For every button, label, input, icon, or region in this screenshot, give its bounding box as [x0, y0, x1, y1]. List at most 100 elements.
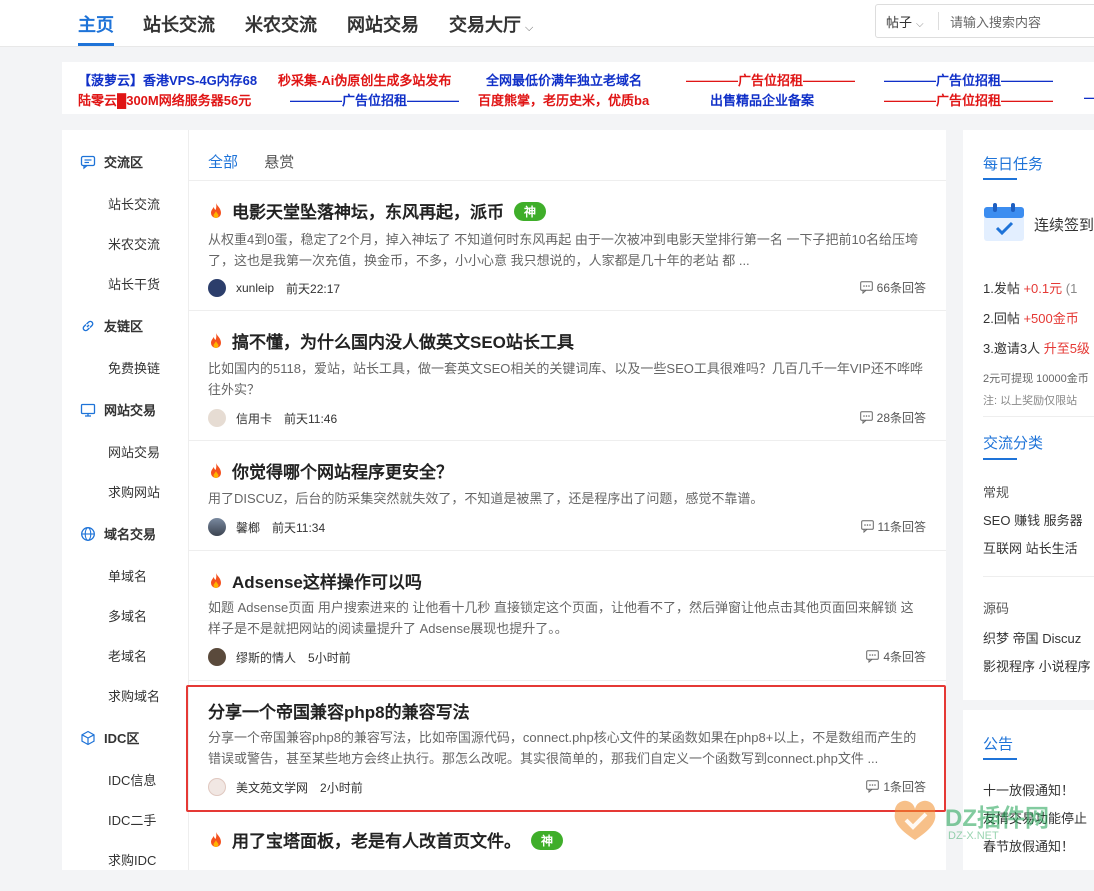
- task-post-extra: (1: [1065, 281, 1078, 296]
- thread-title-text: 搞不懂，为什么国内没人做英文SEO站长工具: [232, 333, 574, 352]
- daily-tasks-title: 每日任务: [983, 156, 1044, 173]
- category-tags-row[interactable]: SEO 赚钱 服务器: [983, 510, 1083, 529]
- chevron-down-icon: ⌵: [525, 22, 534, 34]
- title-underline: [983, 178, 1017, 180]
- task-post-reward: +0.1元: [1023, 281, 1063, 296]
- fire-icon: [211, 203, 221, 218]
- sidebar-item[interactable]: 求购网站: [108, 482, 160, 501]
- thread-replies[interactable]: 11条回答: [860, 518, 926, 535]
- thread-author[interactable]: 馨榔: [236, 519, 260, 536]
- nav-active-indicator: [78, 43, 114, 46]
- ad-link[interactable]: 百度熊掌，老历史米，优质ba: [478, 90, 649, 109]
- sidebar-item[interactable]: 单域名: [108, 566, 147, 585]
- thread-title[interactable]: 你觉得哪个网站程序更安全？: [208, 458, 453, 483]
- sidebar-section-exchange[interactable]: 交流区: [80, 152, 143, 171]
- thread-excerpt: 从权重4到0蛋，稳定了2个月，掉入神坛了 不知道何时东风再起 由于一次被冲到电影…: [208, 232, 918, 268]
- checkin-label[interactable]: 连续签到: [1034, 214, 1094, 235]
- nav-site-trade[interactable]: 网站交易: [347, 11, 419, 37]
- globe-icon: [81, 527, 95, 541]
- sidebar-item[interactable]: 站长交流: [108, 194, 160, 213]
- thread-title[interactable]: 搞不懂，为什么国内没人做英文SEO站长工具: [208, 328, 574, 353]
- sidebar-item[interactable]: 免费换链: [108, 358, 160, 377]
- avatar[interactable]: [208, 409, 226, 427]
- comment-icon: [859, 411, 873, 424]
- sidebar-item[interactable]: 老域名: [108, 646, 147, 665]
- category-tags-row[interactable]: 织梦 帝国 Discuz: [983, 628, 1081, 647]
- thread-item[interactable]: 电影天堂坠落神坛，东风再起，派币神 从权重4到0蛋，稳定了2个月，掉入神坛了 不…: [189, 181, 946, 311]
- sidebar-item[interactable]: 网站交易: [108, 442, 160, 461]
- thread-meta: xunleip 前天22:17: [208, 279, 340, 297]
- calendar-check-icon[interactable]: [983, 202, 1025, 242]
- fire-icon: [211, 463, 221, 478]
- search-input[interactable]: [948, 11, 1094, 33]
- thread-author[interactable]: 缪斯的情人: [236, 649, 296, 666]
- sidebar-section-label: 域名交易: [104, 527, 157, 542]
- thread-item[interactable]: Adsense这样操作可以吗 如题 Adsense页面 用户搜索进来的 让他看十…: [189, 551, 946, 681]
- title-underline: [983, 458, 1017, 460]
- nav-webmaster-exchange[interactable]: 站长交流: [143, 11, 215, 37]
- thread-item[interactable]: 搞不懂，为什么国内没人做英文SEO站长工具 比如国内的5118，爱站，站长工具，…: [189, 311, 946, 441]
- thread-title[interactable]: 电影天堂坠落神坛，东风再起，派币神: [208, 198, 547, 223]
- ad-link[interactable]: 全网最低价满年独立老域名: [486, 70, 642, 89]
- search-type-select[interactable]: 帖子 ⌵: [886, 12, 924, 31]
- thread-replies[interactable]: 4条回答: [866, 648, 926, 665]
- search-type-label: 帖子: [886, 15, 913, 30]
- sidebar-item[interactable]: 站长干货: [108, 274, 160, 293]
- sidebar-item[interactable]: IDC二手: [108, 810, 156, 829]
- thread-author[interactable]: xunleip: [236, 281, 274, 295]
- thread-replies[interactable]: 28条回答: [859, 409, 926, 426]
- thread-meta: 馨榔 前天11:34: [208, 518, 325, 536]
- sidebar-section-domain-trade[interactable]: 域名交易: [80, 524, 156, 543]
- avatar[interactable]: [208, 279, 226, 297]
- chat-icon: [80, 155, 96, 170]
- ad-link[interactable]: ————广告位招租————: [290, 90, 459, 109]
- category-tags-row[interactable]: 影视程序 小说程序: [983, 656, 1091, 675]
- fire-icon: [211, 573, 221, 588]
- sidebar-item[interactable]: 米农交流: [108, 234, 160, 253]
- tab-bounty[interactable]: 悬赏: [264, 154, 294, 171]
- thread-replies[interactable]: 66条回答: [859, 279, 926, 296]
- thread-item[interactable]: 用了宝塔面板，老是有人改首页文件。神: [189, 811, 946, 891]
- sidebar-section-idc[interactable]: IDC区: [80, 728, 139, 747]
- avatar[interactable]: [208, 648, 226, 666]
- monitor-icon: [80, 403, 96, 417]
- thread-title[interactable]: 用了宝塔面板，老是有人改首页文件。神: [208, 827, 564, 852]
- ad-link[interactable]: 秒采集-Ai伪原创生成多站发布: [278, 70, 451, 89]
- ad-link[interactable]: 【菠萝云】香港VPS-4G内存68: [78, 70, 257, 89]
- category-group-source: 源码: [983, 601, 1010, 616]
- task-reply-label: 2.回帖: [983, 311, 1020, 326]
- ad-link[interactable]: ————广告位招租————: [686, 70, 855, 89]
- thread-author[interactable]: 信用卡: [236, 410, 272, 427]
- sidebar-item[interactable]: 求购IDC: [108, 850, 156, 869]
- ad-link[interactable]: ————广告位招租————: [884, 90, 1053, 109]
- sidebar-item[interactable]: 求购域名: [108, 686, 160, 705]
- search-box: 帖子 ⌵: [875, 4, 1094, 38]
- ad-link[interactable]: —: [1084, 90, 1094, 105]
- reply-count: 4条回答: [883, 650, 926, 664]
- ad-link[interactable]: ————广告位招租————: [884, 70, 1053, 89]
- sidebar-item[interactable]: 多域名: [108, 606, 147, 625]
- sidebar-section-site-trade[interactable]: 网站交易: [80, 400, 156, 419]
- chevron-down-icon: ⌵: [916, 19, 924, 30]
- ad-link[interactable]: 陆零云█300M网络服务器56元: [78, 90, 251, 109]
- thread-meta: 信用卡 前天11:46: [208, 409, 337, 427]
- avatar[interactable]: [208, 518, 226, 536]
- category-tags-row[interactable]: 互联网 站长生活: [983, 538, 1078, 557]
- tab-all[interactable]: 全部: [208, 154, 238, 171]
- thread-excerpt: 比如国内的5118，爱站，站长工具，做一套英文SEO相关的关键词库、以及一些SE…: [208, 361, 923, 397]
- ad-link[interactable]: 出售精品企业备案: [710, 90, 814, 109]
- task-post-label: 1.发帖: [983, 281, 1020, 296]
- sidebar-section-links[interactable]: 友链区: [80, 316, 143, 335]
- sidebar-item[interactable]: IDC信息: [108, 770, 156, 789]
- watermark: DZ插件网 DZ-X.NET: [890, 796, 1090, 856]
- thread-title[interactable]: Adsense这样操作可以吗: [208, 568, 422, 593]
- reply-count: 28条回答: [876, 411, 926, 425]
- nav-trade-hall[interactable]: 交易大厅 ⌵: [449, 11, 533, 37]
- comment-icon: [860, 520, 874, 533]
- ad-bar: 【菠萝云】香港VPS-4G内存68 秒采集-Ai伪原创生成多站发布 全网最低价满…: [62, 62, 1094, 114]
- nav-domainer-exchange[interactable]: 米农交流: [245, 11, 317, 37]
- thread-item[interactable]: 你觉得哪个网站程序更安全？ 用了DISCUZ，后台的防采集突然就失效了，不知道是…: [189, 441, 946, 551]
- reply-count: 11条回答: [877, 520, 926, 534]
- nav-home[interactable]: 主页: [78, 11, 114, 37]
- thread-time: 5小时前: [308, 650, 351, 665]
